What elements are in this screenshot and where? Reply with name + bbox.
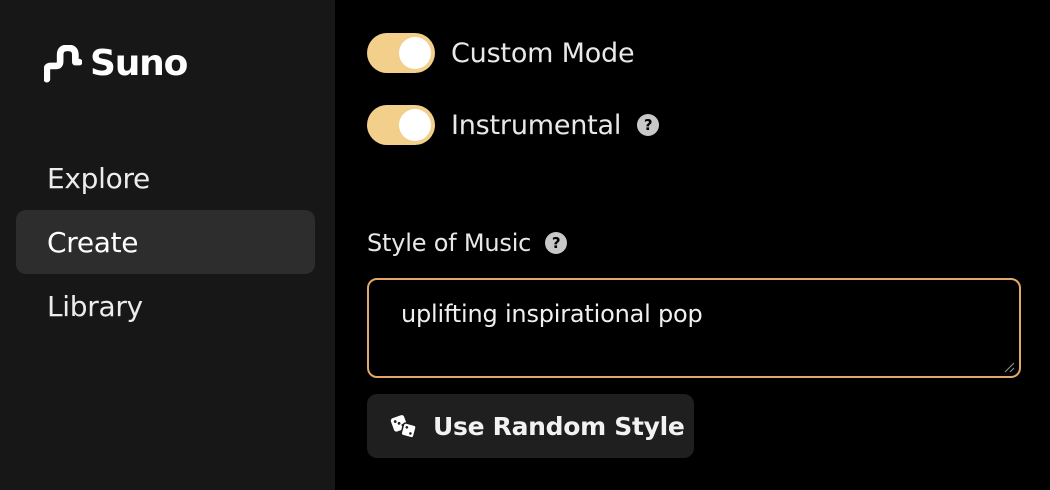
- sidebar-item-label: Explore: [47, 161, 150, 195]
- style-of-music-input[interactable]: [367, 278, 1021, 378]
- suno-logo[interactable]: Suno: [44, 42, 188, 86]
- instrumental-toggle[interactable]: [367, 105, 435, 145]
- style-of-music-heading: Style of Music ?: [367, 226, 568, 260]
- brand-name: Suno: [90, 43, 188, 84]
- sidebar-item-create[interactable]: Create: [16, 210, 315, 274]
- instrumental-row: Instrumental ?: [367, 105, 660, 145]
- sidebar-item-label: Library: [47, 289, 143, 323]
- dice-icon: [390, 415, 417, 439]
- toggle-knob: [399, 37, 431, 69]
- create-panel: Custom Mode Instrumental ? Style of Musi…: [335, 0, 1050, 490]
- instrumental-label: Instrumental: [451, 109, 622, 141]
- custom-mode-toggle[interactable]: [367, 33, 435, 73]
- sidebar-nav: Explore Create Library: [16, 146, 315, 338]
- use-random-style-button[interactable]: Use Random Style: [367, 394, 694, 458]
- sidebar-item-library[interactable]: Library: [16, 274, 315, 338]
- resize-grip-icon[interactable]: [1003, 361, 1015, 373]
- question-circle-icon[interactable]: ?: [545, 232, 568, 254]
- style-of-music-label: Style of Music: [367, 229, 532, 257]
- question-circle-icon[interactable]: ?: [637, 114, 660, 136]
- sidebar-item-explore[interactable]: Explore: [16, 146, 315, 210]
- sidebar: Suno Explore Create Library: [0, 0, 335, 490]
- toggle-knob: [399, 109, 431, 141]
- custom-mode-label: Custom Mode: [451, 37, 635, 69]
- use-random-style-label: Use Random Style: [433, 411, 685, 441]
- custom-mode-row: Custom Mode: [367, 33, 635, 73]
- sidebar-item-label: Create: [47, 225, 139, 259]
- app-window: Suno Explore Create Library Custom Mode: [0, 0, 1050, 490]
- suno-wave-icon: [44, 45, 82, 83]
